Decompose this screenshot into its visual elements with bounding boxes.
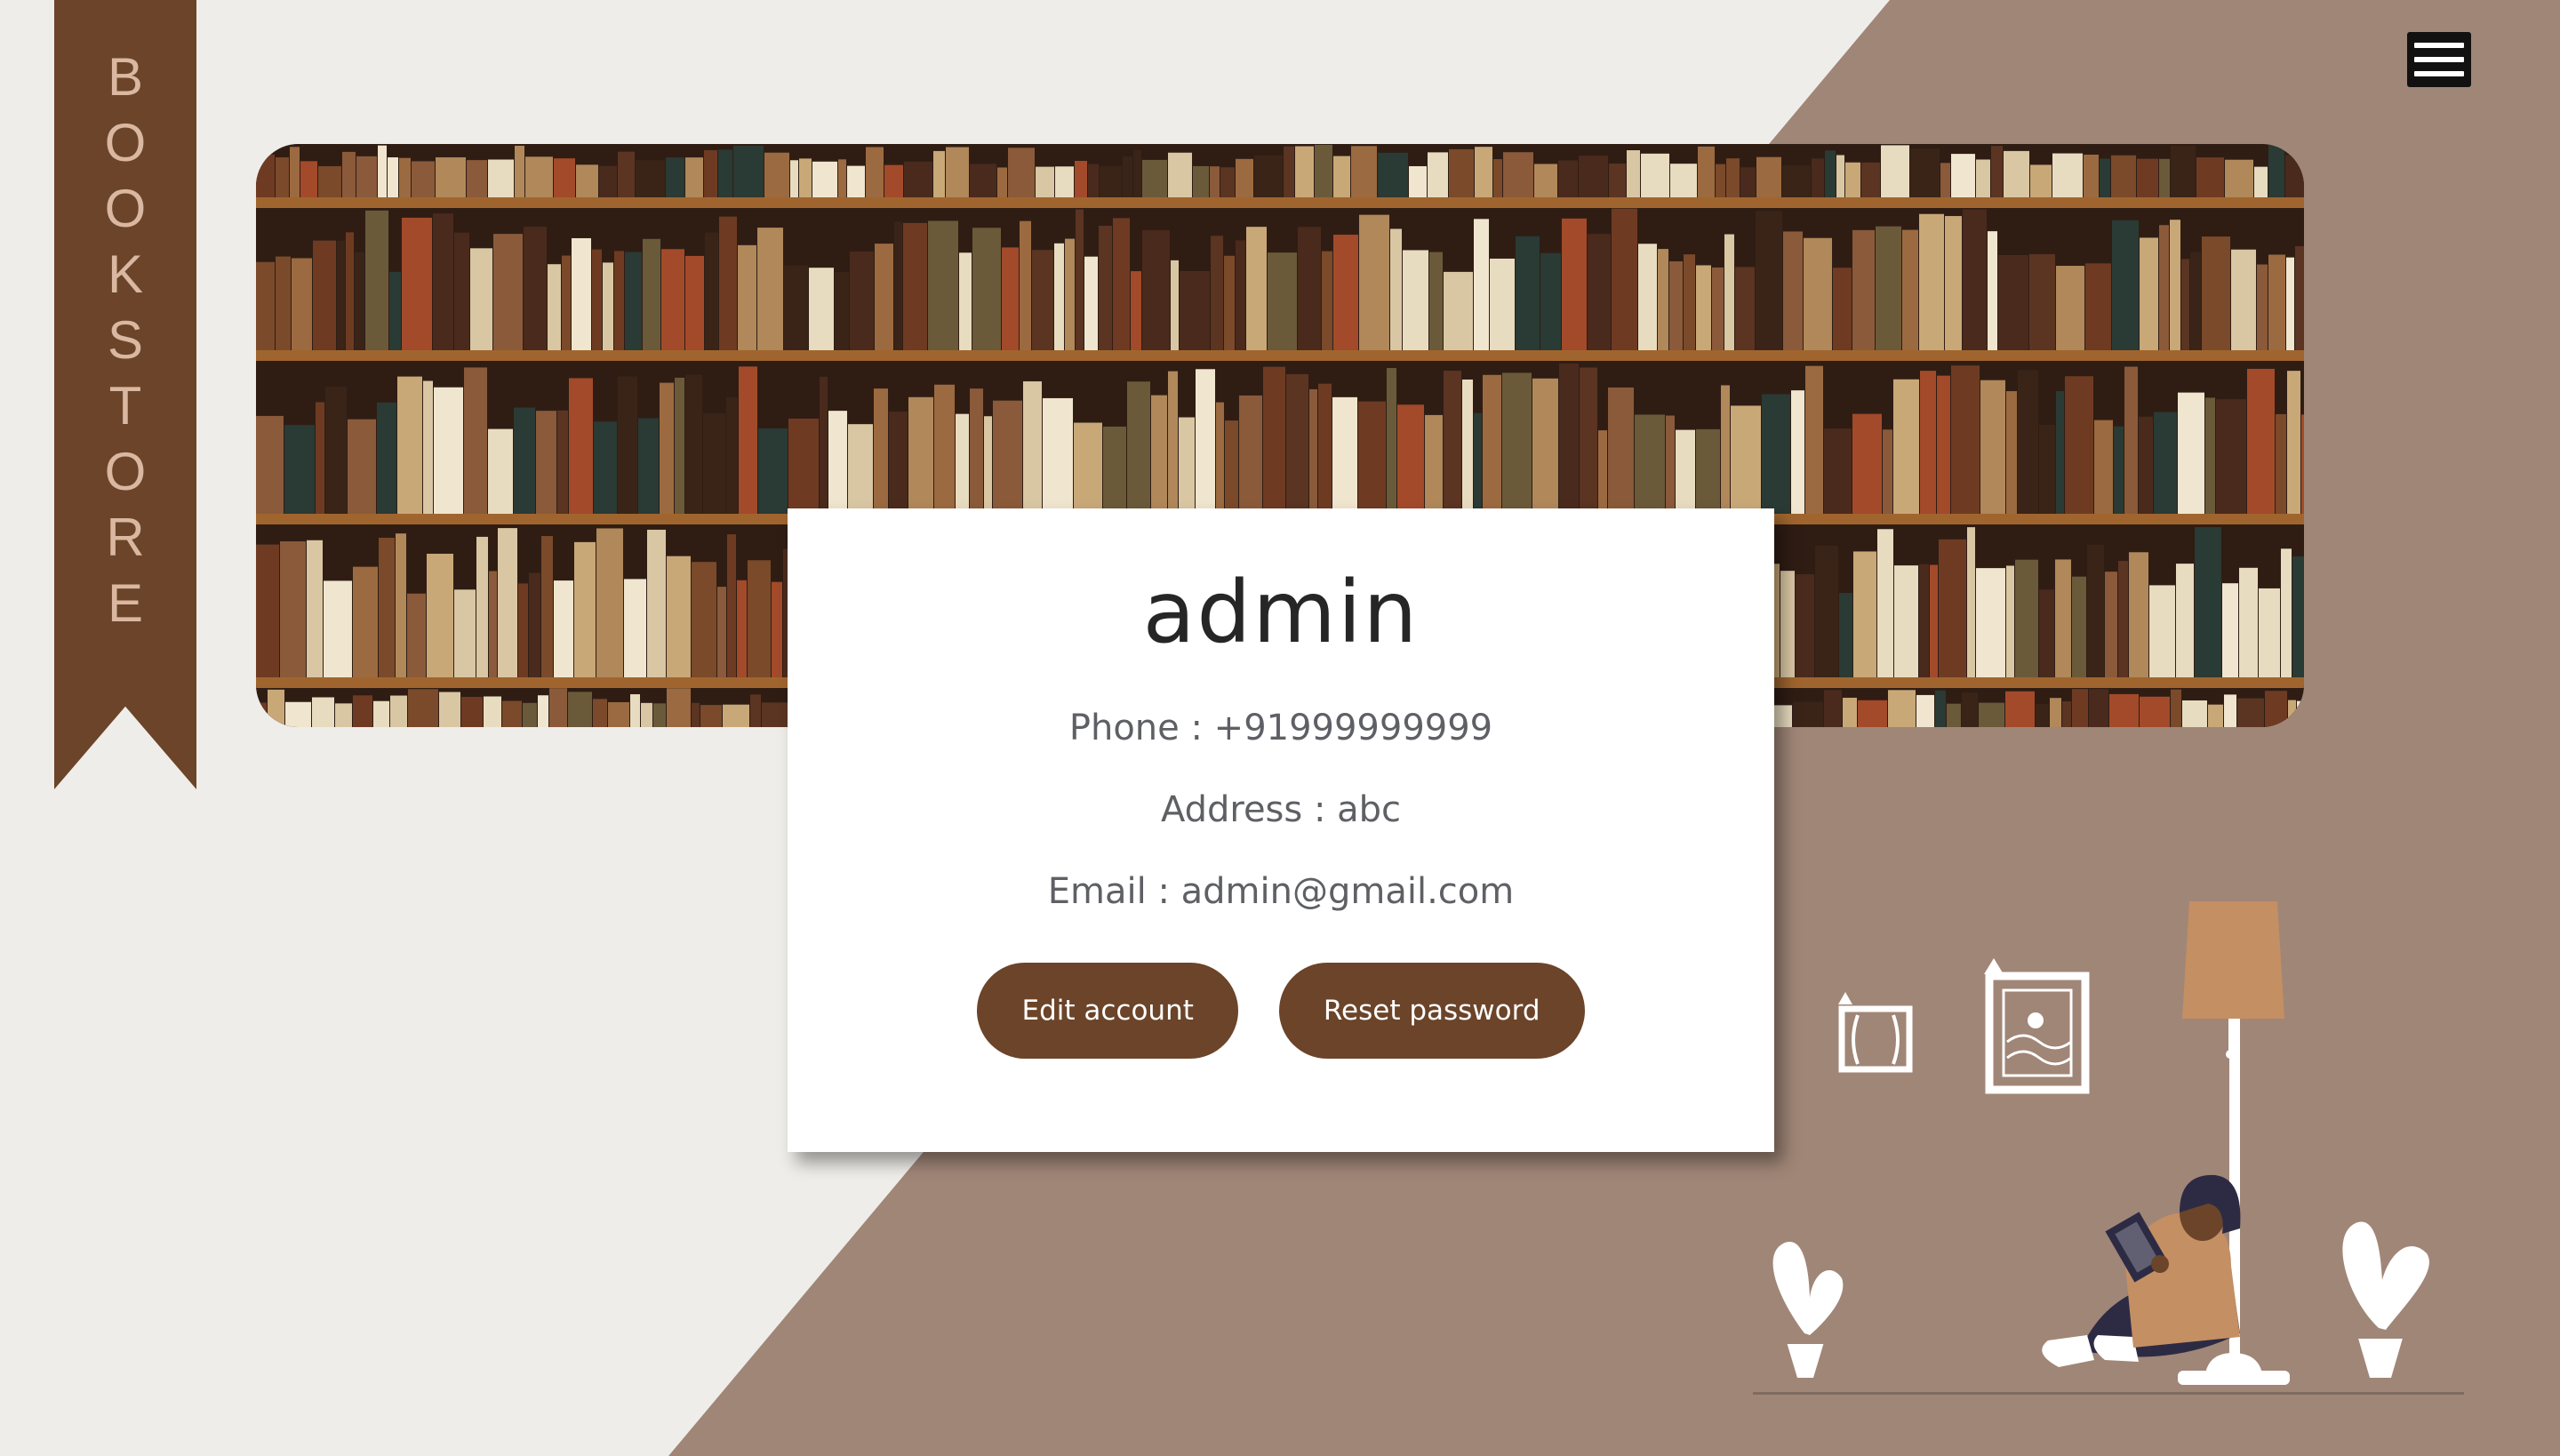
brand-letter: R	[106, 508, 145, 567]
profile-email: Email : admin@gmail.com	[1047, 871, 1515, 913]
profile-actions: Edit account Reset password	[977, 963, 1585, 1060]
edit-account-button[interactable]: Edit account	[977, 963, 1238, 1060]
brand-letter: T	[108, 376, 142, 436]
brand-letter: B	[107, 47, 144, 107]
profile-address: Address : abc	[1160, 789, 1402, 831]
profile-name: admin	[1142, 563, 1420, 662]
profile-phone: Phone : +91999999999	[1068, 708, 1493, 749]
hamburger-menu-icon	[2414, 43, 2464, 48]
reading-woman-figure	[2042, 1174, 2241, 1367]
profile-card: admin Phone : +91999999999 Address : abc…	[788, 508, 1774, 1152]
brand-letter: O	[104, 442, 147, 501]
brand-letter: S	[107, 310, 144, 370]
small-picture-frame-icon	[1838, 992, 1913, 1073]
right-plant-icon	[2342, 1221, 2429, 1378]
brand-letter: E	[107, 573, 144, 633]
brand-letter: O	[104, 179, 147, 238]
brand-letter: O	[104, 113, 147, 172]
left-plant-icon	[1772, 1241, 1844, 1378]
reset-password-button[interactable]: Reset password	[1278, 963, 1585, 1060]
bookstore-ribbon: B O O K S T O R E	[54, 0, 196, 789]
brand-letter: K	[107, 244, 144, 304]
brand-wordmark: B O O K S T O R E	[54, 44, 196, 636]
large-picture-frame-icon	[1984, 958, 2090, 1094]
hamburger-menu-button[interactable]	[2407, 32, 2471, 87]
reading-woman-illustration	[1753, 901, 2464, 1395]
